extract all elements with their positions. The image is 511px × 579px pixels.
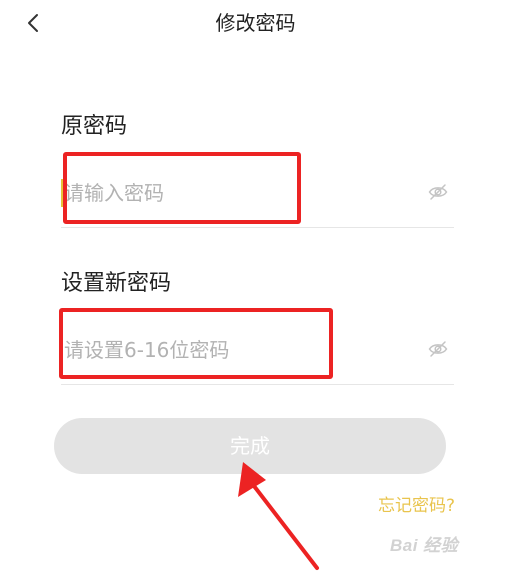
eye-icon[interactable]	[428, 339, 448, 359]
forgot-password-link[interactable]: 忘记密码?	[378, 494, 455, 518]
annotation-box-old-password	[63, 152, 301, 224]
submit-button[interactable]: 完成	[54, 418, 446, 474]
annotation-box-new-password	[59, 308, 333, 379]
new-password-label: 设置新密码	[61, 271, 172, 296]
old-password-label: 原密码	[61, 114, 128, 139]
watermark: Bai 经验	[390, 536, 459, 555]
page-title: 修改密码	[215, 11, 296, 35]
eye-icon[interactable]	[428, 182, 448, 202]
